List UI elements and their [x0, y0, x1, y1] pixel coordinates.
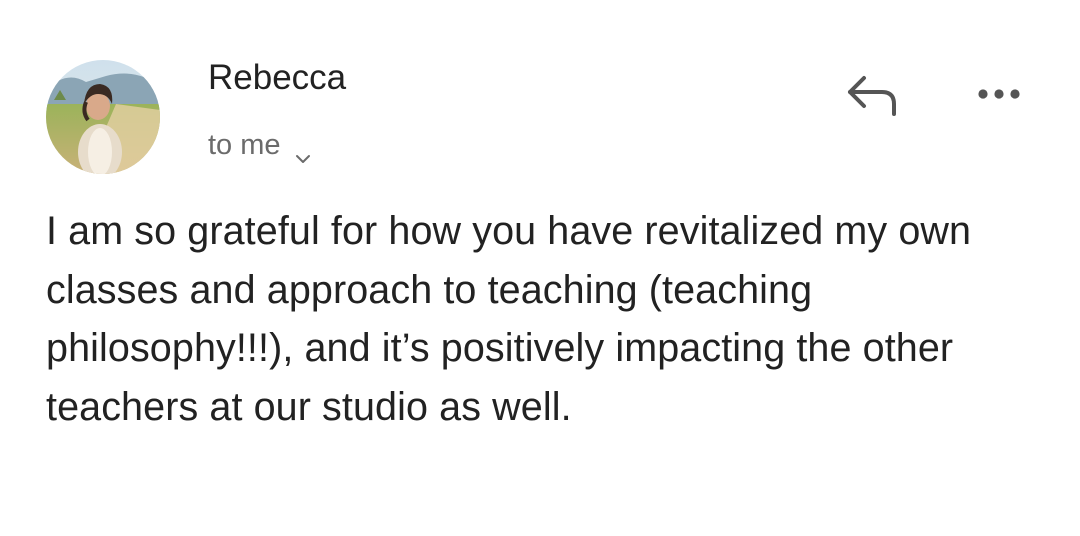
recipient-details-toggle[interactable]: to me — [208, 128, 311, 163]
recipient-label: to me — [208, 129, 281, 161]
more-options-button[interactable] — [972, 82, 1026, 106]
more-options-icon — [972, 89, 1026, 110]
avatar[interactable] — [46, 60, 160, 174]
message-body: I am so grateful for how you have revita… — [46, 209, 972, 429]
sender-name: Rebecca — [208, 58, 347, 97]
reply-button[interactable] — [842, 72, 900, 116]
reply-arrow-icon — [842, 76, 900, 120]
chevron-down-icon — [295, 139, 311, 163]
